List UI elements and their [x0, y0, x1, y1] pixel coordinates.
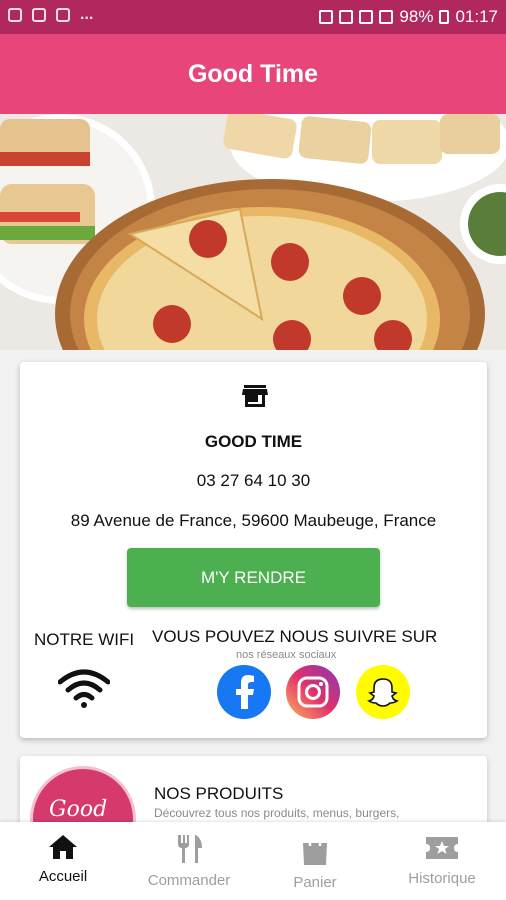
- snapchat-icon[interactable]: [356, 665, 410, 719]
- cell-signal-icon: [379, 10, 394, 24]
- battery-icon: [439, 10, 450, 24]
- nav-commander[interactable]: Commander: [126, 822, 252, 900]
- notification-icon: [8, 8, 22, 22]
- instagram-camera-glyph: [297, 676, 329, 708]
- utensils-icon: [178, 835, 202, 863]
- notification-icons: ...: [8, 6, 94, 23]
- facebook-icon[interactable]: [217, 665, 271, 719]
- bottom-navigation: Accueil Commander Panier Historique: [0, 822, 506, 900]
- system-icons: 98% 01:17: [319, 7, 498, 27]
- hero-banner-image: [0, 114, 506, 350]
- ticket-star-icon: [426, 837, 458, 859]
- app-title: Good Time: [187, 59, 319, 88]
- nav-historique[interactable]: Historique: [378, 822, 506, 900]
- app-bar: Good Time: [0, 34, 506, 114]
- directions-button[interactable]: M'Y RENDRE: [127, 548, 380, 607]
- address: 89 Avenue de France, 59600 Maubeuge, Fra…: [70, 511, 437, 530]
- status-bar: ... 98% 01:17: [0, 0, 506, 34]
- nav-label: Historique: [408, 870, 476, 887]
- notification-icon: [32, 8, 46, 22]
- shopping-bag-icon: [303, 834, 327, 865]
- products-title: NOS PRODUITS: [154, 784, 284, 803]
- clock: 01:17: [455, 7, 498, 26]
- snapchat-ghost-glyph: [367, 678, 399, 707]
- phone-number[interactable]: 03 27 64 10 30: [20, 471, 487, 491]
- home-icon: [49, 835, 77, 859]
- wifi-label: NOTRE WIFI: [34, 630, 135, 649]
- wifi-signal-icon: [359, 10, 374, 24]
- social-title: VOUS POUVEZ NOUS SUIVRE SUR: [152, 627, 438, 646]
- logo-text: Good: [49, 797, 108, 822]
- store-icon: [242, 385, 268, 407]
- nav-label: Panier: [293, 874, 337, 891]
- battery-level: 98%: [399, 7, 434, 26]
- pizza-photo: [0, 114, 506, 350]
- facebook-f-glyph: [236, 675, 254, 709]
- restaurant-name: GOOD TIME: [204, 432, 303, 451]
- restaurant-info-card: GOOD TIME 03 27 64 10 30 89 Avenue de Fr…: [20, 362, 487, 738]
- products-description: Découvrez tous nos produits, menus, burg…: [154, 806, 400, 820]
- cast-icon: [319, 10, 334, 24]
- nav-panier[interactable]: Panier: [252, 822, 378, 900]
- more-notifications: ...: [80, 6, 94, 23]
- wifi-icon[interactable]: [58, 668, 110, 708]
- nav-label: Accueil: [38, 868, 88, 885]
- social-subtitle: nos réseaux sociaux: [236, 649, 337, 661]
- nav-label: Commander: [147, 872, 231, 889]
- notification-icon: [56, 8, 70, 22]
- nav-accueil[interactable]: Accueil: [0, 822, 126, 900]
- bluetooth-icon: [339, 10, 354, 24]
- instagram-icon[interactable]: [286, 665, 340, 719]
